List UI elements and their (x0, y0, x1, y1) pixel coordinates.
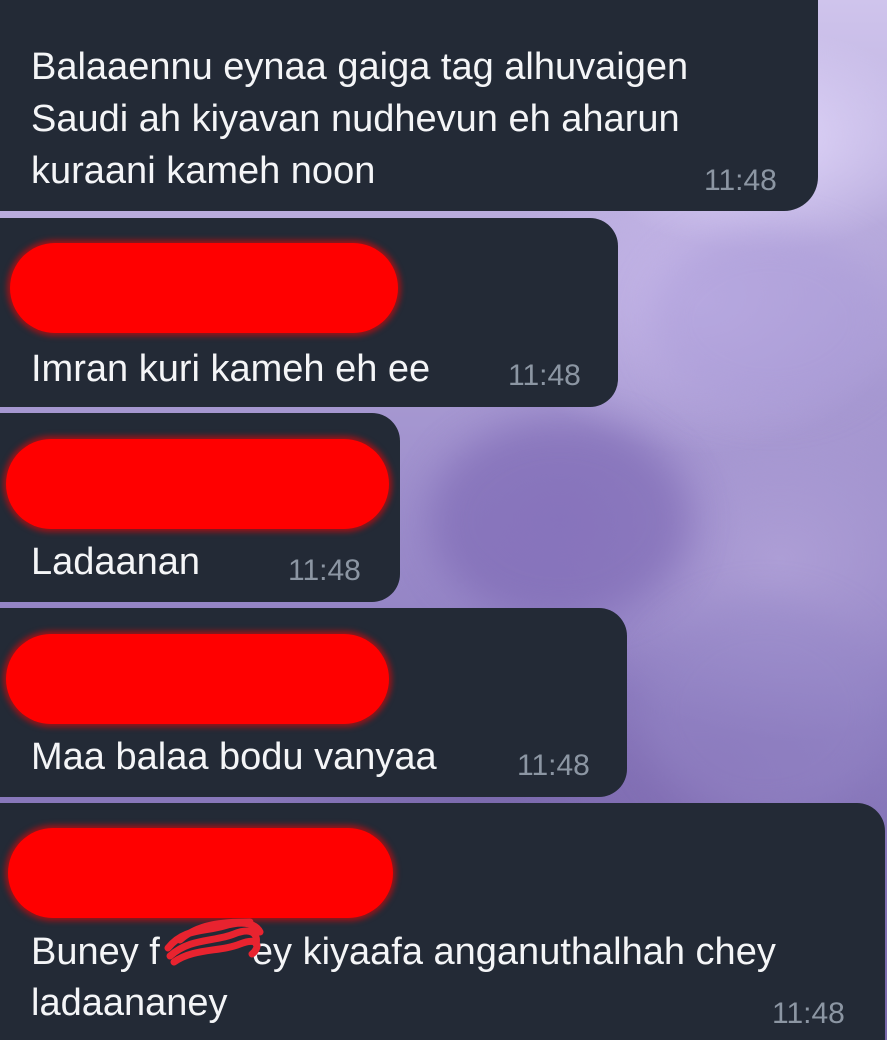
message-text: Buney f ey kiyaafa anganuthalhah chey (31, 929, 776, 976)
redacted-sender-name (10, 243, 398, 333)
message-text: Ladaanan (31, 541, 201, 583)
redacted-sender-name (6, 634, 389, 724)
message-text: Balaaennu eynaa gaiga tag alhuvaigen (31, 46, 689, 88)
message-text: ladaananey (31, 982, 228, 1024)
message-time: 11:48 (508, 359, 581, 392)
message-text: Maa balaa bodu vanyaa (31, 736, 437, 778)
scribble-redaction (164, 918, 264, 966)
message-time: 11:48 (772, 997, 845, 1030)
message-text: Imran kuri kameh eh ee (31, 348, 431, 390)
wallpaper-cloud (650, 230, 887, 410)
message-text-part: Buney f (31, 931, 160, 973)
redacted-sender-name (6, 439, 389, 529)
message-text: Saudi ah kiyavan nudhevun eh aharun (31, 98, 680, 140)
wallpaper-cloud (430, 420, 690, 620)
message-time: 11:48 (517, 749, 590, 782)
message-bubble[interactable]: Maa balaa bodu vanyaa 11:48 (0, 608, 627, 797)
message-bubble[interactable]: Buney f ey kiyaafa anganuthalhah chey lad… (0, 803, 885, 1040)
wallpaper-cloud (640, 600, 887, 820)
message-bubble[interactable]: Balaaennu eynaa gaiga tag alhuvaigen Sau… (0, 0, 818, 211)
message-text: kuraani kameh noon (31, 150, 376, 192)
message-text-part: ey kiyaafa anganuthalhah chey (251, 931, 776, 973)
message-time: 11:48 (288, 554, 361, 587)
redacted-sender-name (8, 828, 393, 918)
message-time: 11:48 (704, 164, 777, 197)
message-bubble[interactable]: Imran kuri kameh eh ee 11:48 (0, 218, 618, 407)
message-bubble[interactable]: Ladaanan 11:48 (0, 413, 400, 602)
